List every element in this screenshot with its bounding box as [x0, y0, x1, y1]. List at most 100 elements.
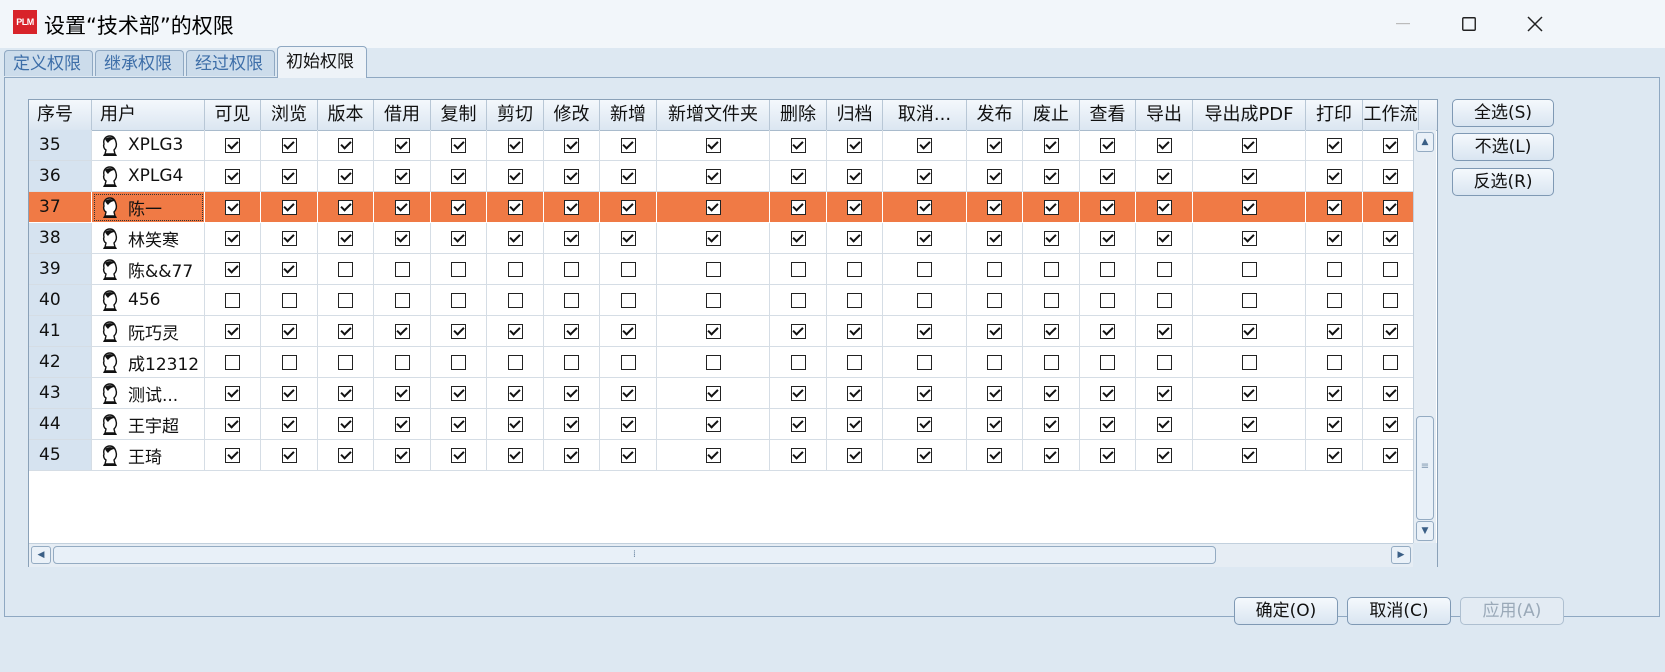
table-row[interactable]: 45 王琦	[29, 440, 1419, 471]
checked-checkbox[interactable]	[1326, 137, 1342, 153]
checked-checkbox[interactable]	[790, 199, 806, 215]
checked-checkbox[interactable]	[1156, 416, 1172, 432]
unchecked-checkbox[interactable]	[1156, 354, 1172, 370]
table-row[interactable]: 40 456	[29, 285, 1419, 316]
user-cell[interactable]: 456	[92, 285, 205, 316]
checked-checkbox[interactable]	[338, 447, 353, 463]
unchecked-checkbox[interactable]	[338, 261, 353, 277]
user-cell[interactable]: 陈&&77	[92, 254, 205, 285]
column-header[interactable]: 废止	[1023, 100, 1080, 130]
checked-checkbox[interactable]	[790, 230, 806, 246]
vertical-scrollbar[interactable]: ▲ ≡ ▼	[1413, 130, 1436, 543]
table-row[interactable]: 36 XPLG4	[29, 161, 1419, 192]
column-header[interactable]: 删除	[770, 100, 827, 130]
column-header[interactable]: 取消...	[883, 100, 967, 130]
table-row[interactable]: 44 王宇超	[29, 409, 1419, 440]
checked-checkbox[interactable]	[1241, 385, 1257, 401]
checked-checkbox[interactable]	[1383, 447, 1398, 463]
unchecked-checkbox[interactable]	[987, 354, 1002, 370]
unchecked-checkbox[interactable]	[507, 261, 523, 277]
checked-checkbox[interactable]	[917, 199, 932, 215]
checked-checkbox[interactable]	[1043, 385, 1059, 401]
unchecked-checkbox[interactable]	[394, 292, 410, 308]
checked-checkbox[interactable]	[1100, 230, 1115, 246]
checked-checkbox[interactable]	[451, 230, 466, 246]
checked-checkbox[interactable]	[1241, 137, 1257, 153]
checked-checkbox[interactable]	[1383, 168, 1398, 184]
checked-checkbox[interactable]	[1383, 199, 1398, 215]
unchecked-checkbox[interactable]	[451, 292, 466, 308]
table-row[interactable]: 43 测试...	[29, 378, 1419, 409]
checked-checkbox[interactable]	[1043, 416, 1059, 432]
unchecked-checkbox[interactable]	[564, 292, 579, 308]
checked-checkbox[interactable]	[225, 168, 240, 184]
checked-checkbox[interactable]	[620, 137, 636, 153]
unchecked-checkbox[interactable]	[1383, 292, 1398, 308]
checked-checkbox[interactable]	[225, 447, 240, 463]
checked-checkbox[interactable]	[338, 199, 353, 215]
checked-checkbox[interactable]	[705, 416, 721, 432]
checked-checkbox[interactable]	[281, 261, 297, 277]
table-row[interactable]: 38 林笑寒	[29, 223, 1419, 254]
vertical-scroll-thumb[interactable]: ≡	[1416, 416, 1434, 520]
checked-checkbox[interactable]	[705, 168, 721, 184]
checked-checkbox[interactable]	[394, 199, 410, 215]
unchecked-checkbox[interactable]	[281, 292, 297, 308]
checked-checkbox[interactable]	[281, 137, 297, 153]
checked-checkbox[interactable]	[225, 199, 240, 215]
minimize-button[interactable]	[1370, 0, 1436, 48]
checked-checkbox[interactable]	[1156, 199, 1172, 215]
checked-checkbox[interactable]	[564, 168, 579, 184]
unchecked-checkbox[interactable]	[1326, 292, 1342, 308]
unchecked-checkbox[interactable]	[338, 354, 353, 370]
unchecked-checkbox[interactable]	[847, 292, 862, 308]
checked-checkbox[interactable]	[917, 323, 932, 339]
checked-checkbox[interactable]	[1241, 230, 1257, 246]
unchecked-checkbox[interactable]	[225, 354, 240, 370]
unchecked-checkbox[interactable]	[1241, 292, 1257, 308]
unchecked-checkbox[interactable]	[281, 354, 297, 370]
checked-checkbox[interactable]	[451, 323, 466, 339]
checked-checkbox[interactable]	[564, 416, 579, 432]
checked-checkbox[interactable]	[847, 168, 862, 184]
checked-checkbox[interactable]	[507, 199, 523, 215]
checked-checkbox[interactable]	[790, 385, 806, 401]
unchecked-checkbox[interactable]	[394, 354, 410, 370]
table-row[interactable]: 41 阮巧灵	[29, 316, 1419, 347]
checked-checkbox[interactable]	[1043, 323, 1059, 339]
unchecked-checkbox[interactable]	[705, 354, 721, 370]
checked-checkbox[interactable]	[564, 230, 579, 246]
maximize-button[interactable]	[1436, 0, 1502, 48]
checked-checkbox[interactable]	[620, 199, 636, 215]
column-header[interactable]: 归档	[827, 100, 883, 130]
table-row[interactable]: 42 成12312	[29, 347, 1419, 378]
column-header[interactable]: 用户	[92, 100, 205, 130]
checked-checkbox[interactable]	[917, 168, 932, 184]
column-header[interactable]: 发布	[967, 100, 1023, 130]
checked-checkbox[interactable]	[847, 137, 862, 153]
column-header[interactable]: 浏览	[261, 100, 318, 130]
checked-checkbox[interactable]	[1043, 447, 1059, 463]
checked-checkbox[interactable]	[847, 416, 862, 432]
checked-checkbox[interactable]	[1100, 323, 1115, 339]
checked-checkbox[interactable]	[225, 261, 240, 277]
checked-checkbox[interactable]	[1383, 137, 1398, 153]
tab-initial-permissions[interactable]: 初始权限	[277, 46, 367, 78]
checked-checkbox[interactable]	[1383, 323, 1398, 339]
checked-checkbox[interactable]	[987, 137, 1002, 153]
column-header[interactable]: 导出	[1136, 100, 1193, 130]
checked-checkbox[interactable]	[338, 416, 353, 432]
checked-checkbox[interactable]	[281, 323, 297, 339]
checked-checkbox[interactable]	[1100, 168, 1115, 184]
table-row[interactable]: 39 陈&&77	[29, 254, 1419, 285]
checked-checkbox[interactable]	[790, 137, 806, 153]
column-header[interactable]: 剪切	[487, 100, 544, 130]
checked-checkbox[interactable]	[281, 385, 297, 401]
cancel-button[interactable]: 取消(C)	[1347, 597, 1451, 625]
checked-checkbox[interactable]	[394, 230, 410, 246]
unchecked-checkbox[interactable]	[1326, 261, 1342, 277]
checked-checkbox[interactable]	[564, 323, 579, 339]
scroll-up-arrow-icon[interactable]: ▲	[1416, 132, 1434, 152]
checked-checkbox[interactable]	[394, 323, 410, 339]
tab-inherited-permissions[interactable]: 继承权限	[95, 50, 184, 76]
